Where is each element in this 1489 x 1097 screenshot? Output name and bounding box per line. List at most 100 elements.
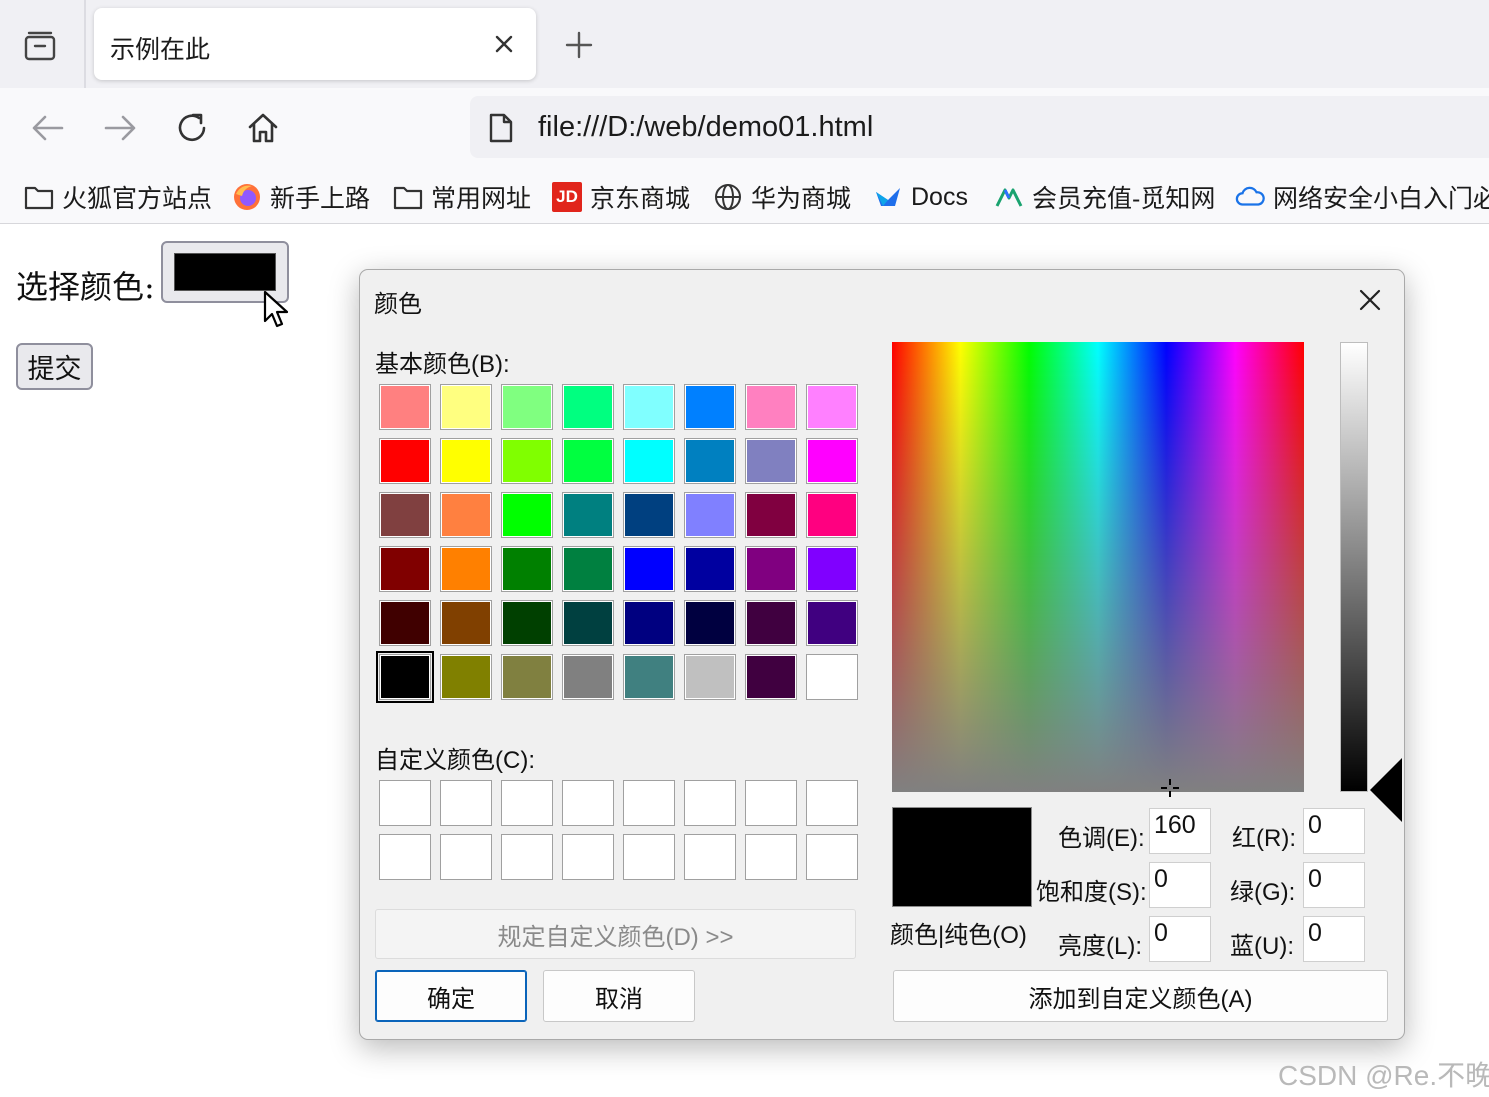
custom-color-swatch[interactable] xyxy=(806,834,858,880)
new-tab-button[interactable] xyxy=(560,26,598,64)
basic-color-swatch[interactable] xyxy=(440,384,492,430)
tab-close-button[interactable] xyxy=(490,30,518,58)
basic-color-swatch[interactable] xyxy=(745,438,797,484)
home-button[interactable] xyxy=(241,106,285,150)
bookmark-firefox-official[interactable]: 火狐官方站点 xyxy=(24,180,212,214)
basic-color-swatch[interactable] xyxy=(806,654,858,700)
basic-color-swatch[interactable] xyxy=(684,492,736,538)
bookmark-huawei[interactable]: 华为商城 xyxy=(713,180,851,214)
basic-color-swatch[interactable] xyxy=(501,600,553,646)
custom-color-swatch[interactable] xyxy=(440,780,492,826)
basic-color-swatch[interactable] xyxy=(684,546,736,592)
basic-color-swatch[interactable] xyxy=(501,438,553,484)
basic-color-swatch[interactable] xyxy=(745,384,797,430)
color-dialog: 颜色 基本颜色(B): 自定义颜色(C): 规定自定义颜色(D) >> 确定 取… xyxy=(359,269,1405,1040)
saturation-field[interactable]: 0 xyxy=(1149,862,1211,908)
url-text[interactable]: file:///D:/web/demo01.html xyxy=(538,111,873,144)
basic-color-swatch[interactable] xyxy=(806,384,858,430)
bookmark-common-sites[interactable]: 常用网址 xyxy=(393,180,531,214)
basic-color-swatch[interactable] xyxy=(440,546,492,592)
custom-color-swatch[interactable] xyxy=(501,780,553,826)
custom-color-swatch[interactable] xyxy=(684,780,736,826)
basic-color-swatch[interactable] xyxy=(562,384,614,430)
reload-button[interactable] xyxy=(170,106,214,150)
define-custom-colors-button[interactable]: 规定自定义颜色(D) >> xyxy=(375,909,856,959)
basic-color-swatch[interactable] xyxy=(745,492,797,538)
dialog-close-button[interactable] xyxy=(1354,284,1386,316)
url-bar[interactable]: file:///D:/web/demo01.html xyxy=(470,96,1489,158)
folder-icon xyxy=(24,182,54,212)
basic-color-swatch[interactable] xyxy=(806,438,858,484)
basic-color-swatch[interactable] xyxy=(806,546,858,592)
basic-color-swatch[interactable] xyxy=(501,654,553,700)
basic-color-swatch[interactable] xyxy=(501,546,553,592)
cancel-button[interactable]: 取消 xyxy=(543,970,695,1022)
basic-color-swatch[interactable] xyxy=(562,438,614,484)
basic-color-swatch[interactable] xyxy=(745,600,797,646)
basic-color-swatch[interactable] xyxy=(379,546,431,592)
bookmark-jd[interactable]: JD 京东商城 xyxy=(552,180,690,214)
basic-color-swatch[interactable] xyxy=(562,600,614,646)
back-button[interactable] xyxy=(26,106,70,150)
luminance-slider[interactable] xyxy=(1340,342,1368,792)
forward-button[interactable] xyxy=(98,106,142,150)
basic-color-swatch[interactable] xyxy=(623,438,675,484)
custom-color-swatch[interactable] xyxy=(806,780,858,826)
basic-color-swatch[interactable] xyxy=(623,384,675,430)
custom-color-swatch[interactable] xyxy=(379,780,431,826)
basic-color-swatch[interactable] xyxy=(623,492,675,538)
basic-color-swatch[interactable] xyxy=(745,654,797,700)
basic-color-swatch[interactable] xyxy=(623,546,675,592)
custom-color-swatch[interactable] xyxy=(684,834,736,880)
custom-color-swatch[interactable] xyxy=(440,834,492,880)
luminance-field[interactable]: 0 xyxy=(1149,916,1211,962)
submit-button[interactable]: 提交 xyxy=(16,343,93,390)
basic-color-swatch[interactable] xyxy=(806,492,858,538)
custom-color-swatch[interactable] xyxy=(379,834,431,880)
custom-color-swatch[interactable] xyxy=(562,780,614,826)
basic-color-swatch[interactable] xyxy=(379,438,431,484)
custom-color-swatch[interactable] xyxy=(623,780,675,826)
green-field[interactable]: 0 xyxy=(1303,862,1365,908)
basic-color-swatch[interactable] xyxy=(376,651,434,703)
bookmark-mizhi[interactable]: 会员充值-觅知网 xyxy=(994,180,1215,214)
basic-color-swatch[interactable] xyxy=(379,600,431,646)
color-spectrum[interactable] xyxy=(892,342,1304,792)
basic-color-swatch[interactable] xyxy=(684,654,736,700)
basic-color-swatch[interactable] xyxy=(440,654,492,700)
custom-color-swatch[interactable] xyxy=(562,834,614,880)
basic-color-swatch[interactable] xyxy=(684,600,736,646)
basic-color-swatch[interactable] xyxy=(684,384,736,430)
hue-field[interactable]: 160 xyxy=(1149,808,1211,854)
tab-list-button[interactable] xyxy=(18,24,62,68)
basic-color-swatch[interactable] xyxy=(501,492,553,538)
custom-color-swatch[interactable] xyxy=(501,834,553,880)
bookmark-getting-started[interactable]: 新手上路 xyxy=(232,180,370,214)
custom-color-swatch[interactable] xyxy=(745,834,797,880)
custom-color-swatch[interactable] xyxy=(623,834,675,880)
basic-color-swatch[interactable] xyxy=(806,600,858,646)
basic-color-swatch[interactable] xyxy=(440,492,492,538)
custom-color-swatch[interactable] xyxy=(745,780,797,826)
blue-field[interactable]: 0 xyxy=(1303,916,1365,962)
basic-color-swatch[interactable] xyxy=(623,600,675,646)
basic-color-swatch[interactable] xyxy=(501,384,553,430)
red-field[interactable]: 0 xyxy=(1303,808,1365,854)
basic-color-swatch[interactable] xyxy=(562,654,614,700)
basic-color-swatch[interactable] xyxy=(745,546,797,592)
add-custom-color-button[interactable]: 添加到自定义颜色(A) xyxy=(893,970,1388,1022)
basic-color-swatch[interactable] xyxy=(623,654,675,700)
bookmark-netsec[interactable]: 网络安全小白入门必 xyxy=(1235,180,1489,214)
ok-button[interactable]: 确定 xyxy=(375,970,527,1022)
basic-color-swatch[interactable] xyxy=(684,438,736,484)
basic-color-swatch[interactable] xyxy=(562,492,614,538)
bookmark-docs[interactable]: Docs xyxy=(873,180,968,214)
jd-icon: JD xyxy=(552,182,582,212)
basic-color-swatch[interactable] xyxy=(440,600,492,646)
basic-color-swatch[interactable] xyxy=(379,492,431,538)
basic-color-swatch[interactable] xyxy=(440,438,492,484)
luminance-arrow-icon[interactable] xyxy=(1370,758,1402,822)
active-tab[interactable]: 示例在此 xyxy=(94,8,536,80)
basic-color-swatch[interactable] xyxy=(379,384,431,430)
basic-color-swatch[interactable] xyxy=(562,546,614,592)
